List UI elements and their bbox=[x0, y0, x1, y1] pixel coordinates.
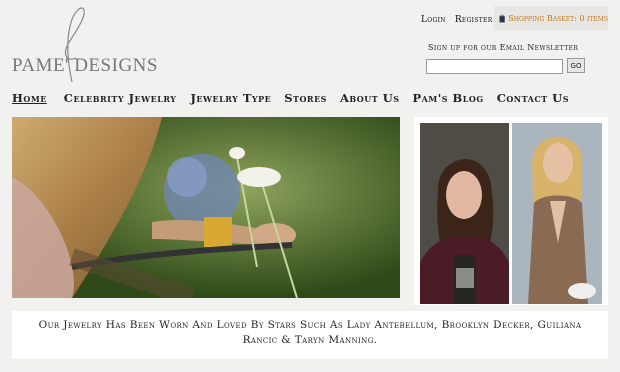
newsletter-label: Sign up for our Email Newsletter bbox=[428, 43, 579, 52]
newsletter-go-button[interactable]: GO bbox=[567, 58, 585, 73]
celebrity-panel bbox=[414, 117, 608, 305]
site-logo[interactable]: PAME' DESIGNS bbox=[12, 4, 162, 88]
nav-item-jewelry-type[interactable]: Jewelry Type bbox=[190, 91, 271, 105]
hero-image[interactable] bbox=[12, 117, 400, 298]
shopping-bag-icon bbox=[499, 14, 505, 22]
basket-label: Shopping Basket: 0 items bbox=[508, 13, 608, 23]
newsletter-email-input[interactable] bbox=[426, 59, 563, 74]
nav-item-about-us[interactable]: About Us bbox=[340, 91, 400, 105]
celebrity-photo-2-image bbox=[512, 123, 602, 304]
logo-text: PAME' DESIGNS bbox=[12, 55, 158, 76]
login-link[interactable]: Login bbox=[421, 15, 446, 25]
nav-item-contact-us[interactable]: Contact Us bbox=[497, 91, 569, 105]
celebrity-photo-1-image bbox=[420, 123, 509, 304]
nav-item-stores[interactable]: Stores bbox=[284, 91, 327, 105]
celebrity-tagline: Our Jewelry Has Been Worn And Loved By S… bbox=[12, 311, 608, 359]
register-link[interactable]: Register bbox=[455, 15, 493, 25]
account-links: Login Register bbox=[421, 15, 493, 25]
shopping-basket[interactable]: Shopping Basket: 0 items bbox=[494, 6, 608, 30]
nav-item-home[interactable]: Home bbox=[12, 91, 47, 105]
celebrity-photo-1[interactable] bbox=[420, 123, 509, 304]
nav-item-pams-blog[interactable]: Pam's Blog bbox=[413, 91, 484, 105]
main-nav: Home Celebrity Jewelry Jewelry Type Stor… bbox=[12, 91, 569, 105]
hero-photo bbox=[12, 117, 400, 298]
celebrity-photo-2[interactable] bbox=[512, 123, 602, 304]
nav-item-celebrity-jewelry[interactable]: Celebrity Jewelry bbox=[64, 91, 177, 105]
